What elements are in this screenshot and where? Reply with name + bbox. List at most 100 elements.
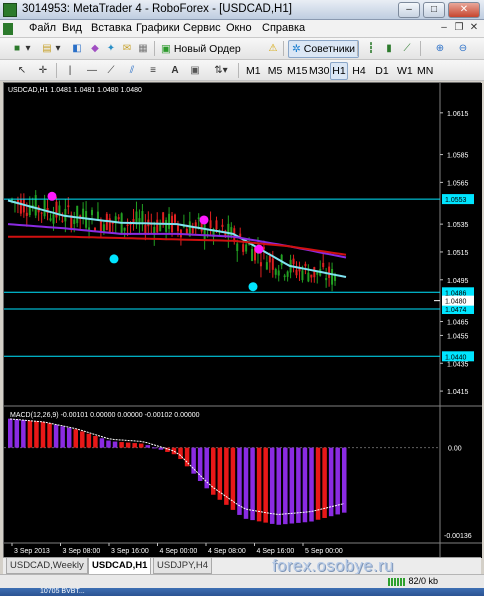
channel-icon[interactable]: ⫽	[125, 63, 139, 79]
timeframe-m30[interactable]: M30	[308, 62, 329, 80]
macd-bar	[250, 447, 255, 521]
price-tick-label: 1.0435	[447, 361, 469, 368]
timeframe-m1[interactable]: M1	[245, 62, 261, 80]
price-chart[interactable]: USDCAD,H1 1.0481 1.0481 1.0480 1.0480 MAC…	[4, 83, 482, 558]
zoom-out-icon[interactable]: ⊖	[455, 41, 471, 57]
macd-bar	[138, 443, 144, 448]
candle-body	[277, 270, 280, 276]
candle-body	[52, 214, 55, 224]
text-label-icon[interactable]: ▣	[188, 63, 202, 79]
minimize-button[interactable]: –	[398, 2, 420, 18]
macd-bar	[302, 447, 308, 523]
candle-body	[271, 258, 274, 270]
mdi-restore-button[interactable]: ❐	[452, 22, 466, 35]
strategy-tester-icon[interactable]: ▦	[136, 41, 150, 57]
metaeditor-icon[interactable]: ⚠	[266, 41, 280, 57]
text-tool-icon[interactable]: A	[168, 63, 182, 79]
arrows-icon[interactable]: ⇅▾	[210, 63, 232, 79]
candle-body	[96, 211, 99, 220]
expert-advisors-button[interactable]: ✲ Советники	[288, 40, 360, 58]
macd-bar	[211, 447, 216, 495]
vertical-line-icon[interactable]: |	[63, 63, 77, 79]
macd-bar	[283, 447, 288, 525]
macd-bar	[289, 447, 295, 524]
candle-body	[102, 224, 105, 232]
signal-dot	[254, 244, 264, 254]
candle-body	[304, 263, 307, 267]
terminal-icon[interactable]: ✉	[120, 41, 134, 57]
macd-bar	[86, 433, 92, 448]
chart-menu-icon[interactable]	[3, 23, 13, 35]
timeframe-w1[interactable]: W1	[396, 62, 413, 80]
fibonacci-icon[interactable]: ≡	[146, 63, 160, 79]
macd-bar	[276, 447, 282, 525]
macd-bar	[27, 420, 33, 448]
profiles-dropdown-icon[interactable]: ▾	[54, 41, 62, 57]
tab-usdcad-weekly[interactable]: USDCAD,Weekly	[6, 558, 88, 574]
menu-help[interactable]: Справка	[262, 22, 305, 34]
candlestick-chart-icon[interactable]: ▮	[382, 41, 396, 57]
macd-bar	[47, 423, 52, 448]
navigator-icon[interactable]: ✦	[104, 41, 118, 57]
cursor-icon[interactable]: ↖	[15, 63, 29, 79]
candle-body	[25, 212, 28, 216]
macd-bar	[256, 447, 262, 522]
zoom-in-icon[interactable]: ⊕	[432, 41, 448, 57]
candle-body	[265, 262, 268, 270]
candle-body	[215, 220, 218, 230]
horizontal-line-icon[interactable]: —	[85, 63, 99, 79]
macd-bar	[60, 426, 65, 448]
macd-bar	[158, 447, 164, 450]
new-order-icon: ▣	[161, 43, 171, 55]
close-button[interactable]: ✕	[448, 2, 480, 18]
menu-file[interactable]: Файл	[29, 22, 56, 34]
maximize-button[interactable]: □	[423, 2, 445, 18]
new-chart-icon[interactable]: ■	[10, 41, 24, 57]
taskbar-item[interactable]: 10705 BVBT...	[40, 588, 110, 596]
bar-chart-icon[interactable]: ┇	[364, 41, 378, 57]
timeframe-d1[interactable]: D1	[374, 62, 390, 80]
menu-view[interactable]: Вид	[62, 22, 82, 34]
macd-bar	[93, 435, 98, 448]
data-window-icon[interactable]: ◆	[88, 41, 102, 57]
timeframe-h1[interactable]: H1	[330, 62, 348, 80]
macd-bar	[269, 447, 275, 524]
new-order-label: Новый Ордер	[173, 43, 241, 55]
line-chart-icon[interactable]: ⟋	[400, 41, 414, 57]
bid-label: 1.0480	[445, 299, 467, 306]
connection-status-icon	[388, 578, 406, 586]
level-label: 1.0440	[445, 354, 467, 361]
macd-bar	[80, 431, 85, 448]
timeframe-m5[interactable]: M5	[266, 62, 284, 80]
crosshair-icon[interactable]: ✛	[36, 63, 50, 79]
menu-insert[interactable]: Вставка	[91, 22, 132, 34]
os-taskbar: 10705 BVBT...	[0, 588, 484, 596]
market-watch-icon[interactable]: ◧	[70, 41, 84, 57]
menu-tools[interactable]: Сервис	[183, 22, 221, 34]
chart-tab-bar: USDCAD,Weekly USDCAD,H1 USDJPY,H4	[3, 557, 481, 575]
tab-usdjpy-h4[interactable]: USDJPY,H4	[153, 558, 213, 574]
menu-window[interactable]: Окно	[226, 22, 252, 34]
candle-body	[176, 225, 179, 232]
mdi-minimize-button[interactable]: –	[437, 22, 451, 35]
watermark-text: forex.osobye.ru	[272, 556, 394, 575]
mdi-close-button[interactable]: ✕	[467, 22, 481, 35]
candle-body	[99, 220, 102, 232]
macd-bar	[145, 445, 151, 448]
chart-window[interactable]: USDCAD,H1 1.0481 1.0481 1.0480 1.0480 MAC…	[3, 82, 482, 558]
new-order-button[interactable]: ▣ Новый Ордер	[160, 40, 242, 58]
timeframe-h4[interactable]: H4	[351, 62, 367, 80]
menu-charts[interactable]: Графики	[136, 22, 180, 34]
macd-bar	[73, 429, 78, 448]
timeframe-m15[interactable]: M15	[286, 62, 307, 80]
candle-body	[292, 258, 295, 265]
candle-body	[117, 217, 120, 220]
tab-usdcad-h1[interactable]: USDCAD,H1	[88, 558, 152, 575]
trendline-icon[interactable]: ⟋	[104, 63, 118, 79]
timeframe-mn[interactable]: MN	[416, 62, 434, 80]
new-chart-dropdown-icon[interactable]: ▾	[24, 41, 32, 57]
profiles-icon[interactable]: ▤	[40, 41, 54, 57]
expert-advisors-label: Советники	[303, 43, 356, 55]
title-bar: 3014953: MetaTrader 4 - RoboForex - [USD…	[0, 0, 484, 20]
candle-body	[221, 224, 224, 227]
